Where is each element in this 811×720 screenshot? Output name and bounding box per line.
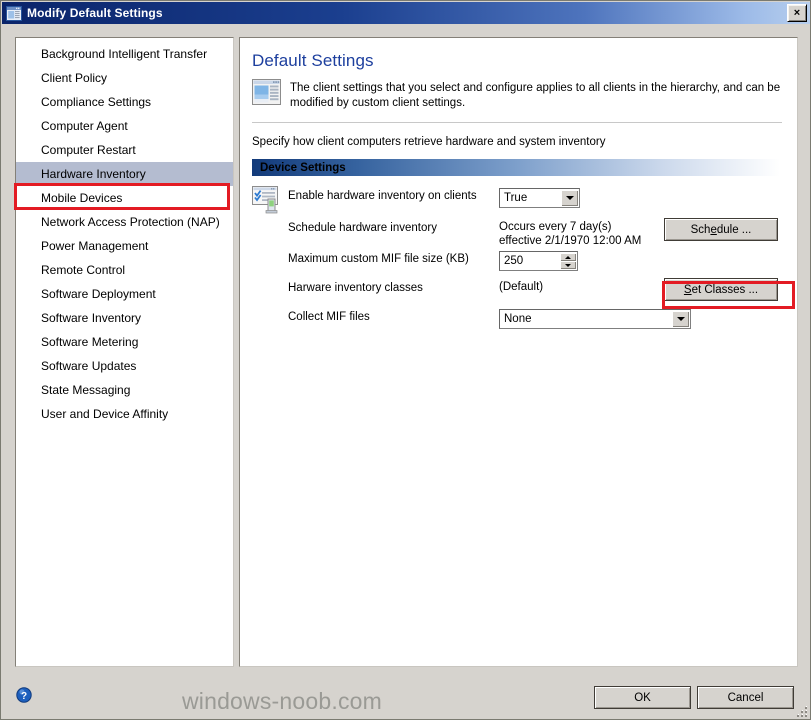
chevron-down-icon[interactable] — [561, 190, 578, 206]
sidebar-item-mobile-devices[interactable]: Mobile Devices — [16, 186, 233, 210]
setting-value: True — [499, 185, 652, 208]
sidebar-item-hardware-inventory[interactable]: Hardware Inventory — [16, 162, 233, 186]
sidebar-item-software-deployment[interactable]: Software Deployment — [16, 282, 233, 306]
setting-action-cell: Set Classes ... — [652, 277, 782, 301]
description-row: The client settings that you select and … — [252, 79, 782, 111]
stepper-down-icon[interactable] — [560, 261, 576, 269]
settings-category-list[interactable]: Background Intelligent Transfer Client Po… — [15, 37, 234, 667]
stepper-value[interactable]: 250 — [500, 252, 560, 270]
page-title: Default Settings — [252, 51, 374, 70]
setting-action-cell — [691, 306, 797, 307]
setting-value: Occurs every 7 day(s) effective 2/1/1970… — [499, 217, 652, 248]
description-text: The client settings that you select and … — [290, 82, 781, 109]
setting-label: Collect MIF files — [288, 311, 370, 323]
row-icon-spacer — [252, 277, 288, 278]
specify-instruction: Specify how client computers retrieve ha… — [252, 136, 606, 148]
sidebar-item-state-messaging[interactable]: State Messaging — [16, 378, 233, 402]
setting-row: Harware inventory classes (Default) Set Cl… — [252, 277, 782, 306]
dialog-footer: ? windows-noob.com OK Cancel — [2, 676, 810, 719]
button-label-post: dule ... — [716, 223, 752, 236]
stepper-up-icon[interactable] — [560, 253, 576, 261]
device-settings-group-header: Device Settings — [252, 159, 780, 176]
setting-action-cell — [652, 185, 782, 186]
row-icon-spacer — [252, 306, 288, 307]
hardware-inventory-icon — [252, 185, 288, 217]
button-accelerator-char: S — [683, 283, 692, 296]
dropdown-value: None — [504, 313, 532, 325]
chevron-down-icon[interactable] — [672, 311, 689, 327]
row-icon-spacer — [252, 217, 288, 218]
setting-label: Enable hardware inventory on clients — [288, 190, 477, 202]
sidebar-item-software-metering[interactable]: Software Metering — [16, 330, 233, 354]
settings-content-panel: Default Settings The client settings tha… — [239, 37, 798, 667]
sidebar-item-software-updates[interactable]: Software Updates — [16, 354, 233, 378]
setting-row: Maximum custom MIF file size (KB) 250 — [252, 248, 782, 277]
collect-mif-files-dropdown[interactable]: None — [499, 309, 691, 329]
dropdown-value: True — [504, 192, 528, 204]
button-label-post: et Classes ... — [691, 283, 759, 296]
setting-readonly-value: Occurs every 7 day(s) effective 2/1/1970… — [499, 221, 642, 247]
stepper-buttons[interactable] — [560, 253, 576, 269]
sidebar-item-remote-control[interactable]: Remote Control — [16, 258, 233, 282]
modify-default-settings-dialog: Modify Default Settings × Background Int… — [0, 0, 811, 720]
button-label-pre: Sch — [690, 223, 711, 236]
close-icon[interactable]: × — [787, 4, 807, 22]
setting-label: Schedule hardware inventory — [288, 222, 437, 234]
setting-readonly-value: (Default) — [499, 281, 544, 293]
setting-row: Collect MIF files None — [252, 306, 782, 335]
setting-label: Harware inventory classes — [288, 282, 423, 294]
sidebar-item-power-management[interactable]: Power Management — [16, 234, 233, 258]
client-settings-icon — [252, 79, 281, 108]
dialog-body: Background Intelligent Transfer Client Po… — [2, 24, 810, 719]
setting-action-cell — [652, 248, 782, 249]
cancel-button[interactable]: Cancel — [697, 686, 794, 709]
setting-label: Maximum custom MIF file size (KB) — [288, 253, 469, 265]
schedule-button[interactable]: Sch e dule ... — [664, 218, 778, 241]
max-mif-size-stepper[interactable]: 250 — [499, 251, 578, 271]
divider — [252, 122, 782, 123]
sidebar-item-compliance-settings[interactable]: Compliance Settings — [16, 90, 233, 114]
row-icon-spacer — [252, 248, 288, 249]
window-title: Modify Default Settings — [27, 6, 163, 20]
sidebar-item-user-and-device-affinity[interactable]: User and Device Affinity — [16, 402, 233, 426]
setting-value: 250 — [499, 248, 652, 271]
dialog-window-icon — [6, 5, 22, 21]
setting-action-cell: Sch e dule ... — [652, 217, 782, 241]
sidebar-item-background-intelligent-transfer[interactable]: Background Intelligent Transfer — [16, 42, 233, 66]
setting-value: None — [499, 306, 691, 329]
resize-grip-icon[interactable] — [795, 705, 809, 719]
enable-hardware-inventory-dropdown[interactable]: True — [499, 188, 580, 208]
sidebar-item-computer-restart[interactable]: Computer Restart — [16, 138, 233, 162]
device-settings-rows: Enable hardware inventory on clients True… — [252, 185, 782, 335]
setting-value: (Default) — [499, 277, 652, 294]
setting-row: Schedule hardware inventory Occurs every … — [252, 217, 782, 248]
sidebar-item-computer-agent[interactable]: Computer Agent — [16, 114, 233, 138]
sidebar-item-software-inventory[interactable]: Software Inventory — [16, 306, 233, 330]
title-bar: Modify Default Settings × — [2, 2, 810, 24]
watermark: windows-noob.com — [181, 688, 383, 714]
set-classes-button[interactable]: Set Classes ... — [664, 278, 778, 301]
ok-button[interactable]: OK — [594, 686, 691, 709]
sidebar-item-network-access-protection-nap[interactable]: Network Access Protection (NAP) — [16, 210, 233, 234]
sidebar-item-client-policy[interactable]: Client Policy — [16, 66, 233, 90]
setting-row: Enable hardware inventory on clients True — [252, 185, 782, 217]
